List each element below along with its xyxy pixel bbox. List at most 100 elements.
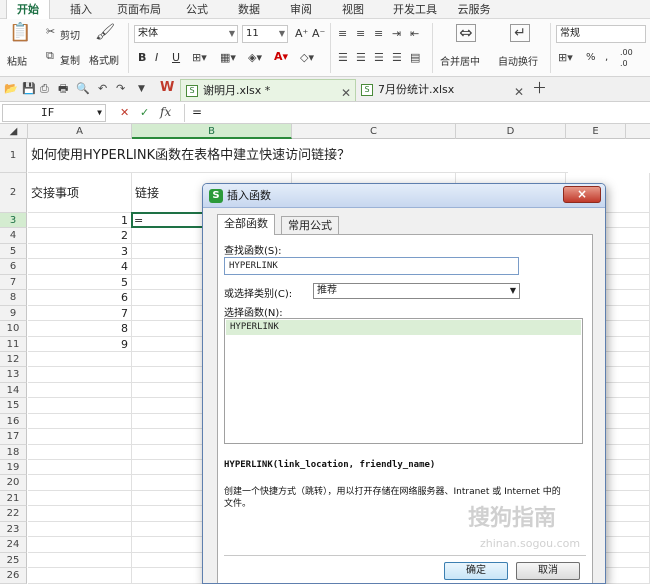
close-icon[interactable]: ✕	[341, 82, 351, 104]
menu-insert[interactable]: 插入	[64, 0, 98, 19]
align-left-icon[interactable]: ☰	[338, 51, 348, 65]
select-all-corner[interactable]: ◢	[0, 124, 28, 139]
close-button[interactable]: ×	[563, 186, 601, 203]
cell[interactable]	[28, 382, 132, 399]
wrap-text-icon[interactable]: ↵	[510, 24, 530, 42]
font-size-select[interactable]: 11 ▼	[242, 25, 288, 43]
row-header[interactable]: 8	[0, 290, 27, 306]
chevron-down-icon[interactable]: ▼	[138, 82, 145, 96]
value-cell[interactable]: 9	[28, 336, 132, 352]
row-header[interactable]: 17	[0, 429, 27, 445]
name-box[interactable]: IF ▼	[2, 104, 106, 122]
row-header[interactable]: 2	[0, 173, 27, 213]
decrease-decimal-button[interactable]: .0	[620, 59, 628, 68]
row-header[interactable]: 10	[0, 321, 27, 337]
distribute-icon[interactable]: ▤	[410, 51, 420, 65]
doc-tab[interactable]: S 7月份统计.xlsx ✕	[356, 79, 532, 101]
menu-review[interactable]: 审阅	[284, 0, 318, 19]
preview-icon[interactable]: 🔍	[76, 82, 90, 96]
row-header[interactable]: 24	[0, 537, 27, 553]
cell[interactable]	[28, 398, 132, 414]
align-bottom-icon[interactable]: ≡	[374, 27, 383, 41]
menu-page-layout[interactable]: 页面布局	[112, 0, 166, 19]
menu-formulas[interactable]: 公式	[180, 0, 214, 19]
outdent-icon[interactable]: ⇤	[410, 27, 419, 41]
formula-input[interactable]: =	[192, 105, 202, 119]
scissors-icon[interactable]: ✂	[46, 25, 55, 39]
italic-button[interactable]: I	[155, 51, 158, 64]
cancel-icon[interactable]: ✕	[120, 106, 129, 120]
cancel-button[interactable]: 取消	[516, 562, 580, 580]
confirm-icon[interactable]: ✓	[140, 106, 149, 120]
column-header-a[interactable]: A	[28, 124, 132, 139]
value-cell[interactable]: 5	[28, 274, 132, 291]
copy-button[interactable]: 复制	[60, 52, 80, 67]
ok-button[interactable]: 确定	[444, 562, 508, 580]
row-header[interactable]: 11	[0, 336, 27, 352]
number-format-select[interactable]: 常规	[556, 25, 646, 43]
bold-button[interactable]: B	[138, 51, 146, 64]
paste-button[interactable]: 粘贴	[7, 53, 27, 68]
row-header[interactable]: 6	[0, 259, 27, 275]
cell[interactable]	[28, 506, 132, 522]
row-header[interactable]: 3	[0, 213, 27, 229]
brush-icon[interactable]: 🖌	[95, 24, 115, 40]
row-header[interactable]: 25	[0, 552, 27, 569]
category-select[interactable]: 推荐 ▼	[313, 283, 520, 299]
folder-icon[interactable]: 📂	[4, 82, 18, 96]
align-top-icon[interactable]: ≡	[338, 27, 347, 41]
chevron-down-icon[interactable]: ▼	[97, 105, 102, 121]
cell[interactable]	[28, 367, 132, 383]
print-icon[interactable]: 🖶	[58, 82, 68, 96]
row-header[interactable]: 21	[0, 490, 27, 507]
export-icon[interactable]: ⎙	[40, 82, 49, 96]
cell-style-icon[interactable]: ▦▾	[220, 51, 236, 65]
save-icon[interactable]: 💾	[22, 82, 36, 96]
value-cell[interactable]: 7	[28, 305, 132, 322]
cell[interactable]	[28, 429, 132, 445]
doc-tab-active[interactable]: S 谢明月.xlsx * ✕	[180, 79, 356, 101]
cell[interactable]	[28, 521, 132, 538]
row-header[interactable]: 13	[0, 367, 27, 383]
row-header[interactable]: 26	[0, 568, 27, 584]
header-cell-a[interactable]: 交接事项	[28, 173, 132, 213]
menu-cloud[interactable]: 云服务	[452, 0, 496, 19]
redo-icon[interactable]: ↷	[116, 82, 125, 96]
row-header[interactable]: 14	[0, 382, 27, 399]
sheet-title-cell[interactable]: 如何使用HYPERLINK函数在表格中建立快速访问链接？	[28, 139, 568, 173]
row-header[interactable]: 5	[0, 243, 27, 260]
merge-center-icon[interactable]: ⇔	[456, 24, 476, 42]
cell[interactable]	[28, 537, 132, 553]
align-middle-icon[interactable]: ≡	[356, 27, 365, 41]
tab-common-formulas[interactable]: 常用公式	[281, 216, 339, 234]
comma-button[interactable]: ,	[605, 52, 608, 63]
value-cell[interactable]: 8	[28, 321, 132, 337]
column-header-d[interactable]: D	[456, 124, 566, 139]
value-cell[interactable]: 6	[28, 290, 132, 306]
clear-format-icon[interactable]: ◇▾	[300, 51, 314, 65]
wps-logo-icon[interactable]: W	[160, 81, 174, 95]
row-header[interactable]: 12	[0, 351, 27, 368]
close-icon[interactable]: ✕	[514, 81, 524, 103]
function-list[interactable]: HYPERLINK	[224, 318, 583, 444]
insert-function-icon[interactable]: fx	[160, 105, 171, 119]
increase-decimal-button[interactable]: .00	[620, 48, 633, 57]
menu-developer[interactable]: 开发工具	[388, 0, 442, 19]
value-cell[interactable]: 3	[28, 243, 132, 260]
indent-icon[interactable]: ⇥	[392, 27, 401, 41]
tab-all-functions[interactable]: 全部函数	[217, 214, 275, 235]
cell[interactable]	[28, 552, 132, 569]
percent-button[interactable]: %	[586, 52, 596, 63]
cell[interactable]	[28, 413, 132, 430]
cell[interactable]	[28, 351, 132, 368]
dialog-title-bar[interactable]: S 插入函数 ×	[203, 184, 605, 208]
merge-center-button[interactable]: 合并居中	[440, 53, 480, 68]
cell[interactable]	[28, 460, 132, 476]
search-input[interactable]: HYPERLINK	[224, 257, 519, 275]
shrink-font-button[interactable]: A⁻	[312, 27, 325, 40]
cut-button[interactable]: 剪切	[60, 27, 80, 42]
row-header[interactable]: 19	[0, 460, 27, 476]
wrap-text-button[interactable]: 自动换行	[498, 53, 538, 68]
cell[interactable]	[28, 475, 132, 491]
column-header-c[interactable]: C	[292, 124, 456, 139]
